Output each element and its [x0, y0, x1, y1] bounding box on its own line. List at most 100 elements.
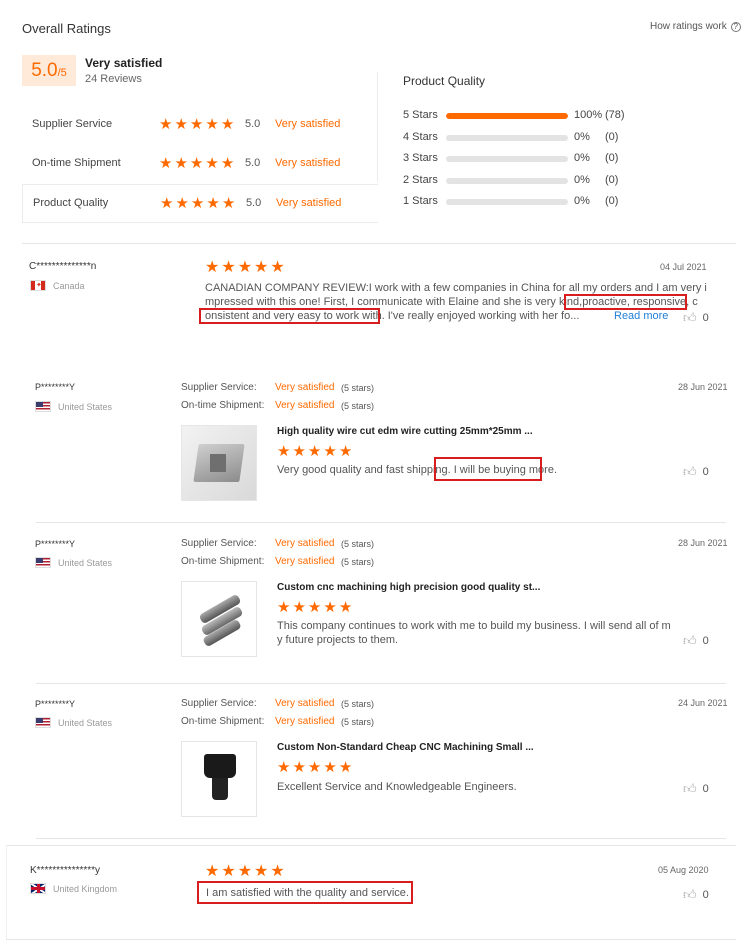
quality-row-count: (0)	[605, 130, 619, 143]
review-text-fragment: I've really enjoyed working with her fo.…	[387, 310, 580, 322]
review-text-line: Excellent Service and Knowledgeable Engi…	[277, 781, 517, 793]
product-thumbnail[interactable]	[181, 425, 257, 501]
thumbs-up-icon: 👍︎	[683, 464, 697, 479]
star-icon: ★	[221, 195, 236, 212]
star-icon: ★	[277, 443, 291, 460]
review-date: 28 Jun 2021	[678, 538, 728, 548]
thumbs-up-icon: 👍︎	[683, 633, 697, 648]
shipment-stars: (5 stars)	[341, 717, 375, 727]
product-thumbnail[interactable]	[181, 741, 257, 817]
star-icon: ★	[205, 116, 219, 133]
star-icon: ★	[277, 759, 291, 776]
quality-row-label: 1 Stars	[403, 195, 438, 207]
star-icon: ★	[307, 759, 322, 776]
star-icon: ★	[307, 443, 322, 460]
star-icon: ★	[277, 599, 291, 616]
shipment-value: Very satisfied	[275, 716, 335, 727]
read-more-link[interactable]: Read more	[614, 310, 668, 322]
star-icon: ★	[205, 863, 220, 880]
star-icon: ★	[174, 155, 188, 172]
quality-row[interactable]: 1 Stars 0% (0)	[403, 195, 643, 209]
quality-row-percent: 0%	[574, 130, 590, 143]
like-button[interactable]: 👍︎ 0	[683, 887, 709, 903]
star-icon: ★	[254, 259, 269, 276]
star-icon: ★	[175, 195, 189, 212]
quality-row-count: (0)	[605, 152, 619, 164]
review-divider	[36, 838, 726, 839]
star-icon: ★	[323, 759, 337, 776]
quality-title: Product Quality	[403, 74, 486, 88]
like-button[interactable]: 👍︎ 0	[683, 633, 709, 649]
thumbs-up-icon: 👍︎	[683, 310, 697, 325]
like-count: 0	[702, 635, 709, 647]
like-button[interactable]: 👍︎ 0	[683, 310, 709, 326]
review-divider	[36, 522, 726, 523]
quality-row-percent: 0%	[574, 152, 590, 164]
quality-bar	[446, 199, 568, 205]
star-icon: ★	[237, 863, 253, 880]
product-title-link[interactable]: Custom cnc machining high precision good…	[277, 582, 540, 593]
star-icon: ★	[206, 195, 220, 212]
product-thumbnail[interactable]	[181, 581, 257, 657]
star-icon: ★	[270, 259, 285, 276]
rating-row-verdict: Very satisfied	[276, 197, 342, 209]
quality-row-label: 5 Stars	[403, 109, 438, 121]
star-icon: ★	[190, 195, 205, 212]
quality-row[interactable]: 2 Stars 0% (0)	[403, 174, 643, 188]
rating-row-score: 5.0	[245, 118, 261, 130]
reviewer-country: Canada	[53, 281, 85, 291]
star-rating: ★ ★ ★ ★ ★	[159, 117, 234, 132]
rating-row-quality-selected[interactable]: Product Quality ★ ★ ★ ★ ★ 5.0 Very satisfied	[22, 184, 378, 223]
quality-bar	[446, 113, 568, 119]
like-count: 0	[702, 312, 709, 324]
reviewer-country: United Kingdom	[53, 884, 118, 894]
rating-row-shipment: On-time Shipment ★ ★ ★ ★ ★ 5.0 Very satisfie…	[32, 155, 372, 173]
quality-row[interactable]: 5 Stars 100% (78)	[403, 109, 643, 123]
reviewer-country: United States	[58, 402, 113, 412]
highlight-box	[197, 881, 413, 904]
star-icon: ★	[270, 863, 285, 880]
quality-row-label: 4 Stars	[403, 130, 438, 143]
shipment-stars: (5 stars)	[341, 401, 375, 411]
quality-row-count: (0)	[605, 173, 619, 186]
star-icon: ★	[323, 599, 337, 616]
rating-row-score: 5.0	[245, 157, 261, 169]
rating-row-supplier: Supplier Service ★ ★ ★ ★ ★ 5.0 Very satisfie…	[32, 117, 372, 134]
rating-row-label: On-time Shipment	[32, 157, 121, 169]
product-title-link[interactable]: Custom Non-Standard Cheap CNC Machining …	[277, 742, 534, 753]
thumbs-up-icon: 👍︎	[683, 781, 697, 796]
quality-bar	[446, 156, 568, 162]
review-date: 28 Jun 2021	[678, 382, 728, 392]
supplier-service-label: Supplier Service:	[181, 538, 257, 549]
like-count: 0	[702, 783, 709, 795]
highlight-box	[564, 294, 687, 310]
reviewer-name: P********Y	[35, 699, 76, 709]
canada-flag-icon: ✦	[30, 280, 46, 291]
quality-row[interactable]: 4 Stars 0% (0)	[403, 131, 643, 145]
review-text-line: y future projects to them.	[277, 634, 399, 646]
score-out-of: /5	[57, 67, 67, 79]
like-button[interactable]: 👍︎ 0	[683, 781, 709, 797]
star-rating: ★ ★ ★ ★ ★	[160, 196, 235, 211]
rating-row-score: 5.0	[246, 197, 262, 209]
star-icon: ★	[221, 259, 236, 276]
how-ratings-work-link[interactable]: How ratings work ?	[650, 21, 741, 32]
product-title-link[interactable]: High quality wire cut edm wire cutting 2…	[277, 426, 533, 437]
quality-row-percent: 0%	[574, 173, 590, 186]
supplier-service-value: Very satisfied	[275, 698, 335, 709]
overall-verdict: Very satisfied	[85, 56, 163, 70]
star-icon: ★	[189, 116, 204, 133]
rating-row-label: Supplier Service	[32, 118, 113, 130]
star-icon: ★	[159, 155, 173, 172]
review-star-rating: ★ ★ ★ ★ ★	[277, 760, 352, 775]
like-button[interactable]: 👍︎ 0	[683, 464, 709, 480]
star-icon: ★	[160, 195, 174, 212]
review-text-fragment: mpressed with this one! First, I communi…	[205, 296, 583, 308]
star-icon: ★	[307, 599, 322, 616]
quality-row[interactable]: 3 Stars 0% (0)	[403, 152, 643, 166]
shipment-value: Very satisfied	[275, 400, 335, 411]
quality-row-count: (0)	[605, 195, 619, 207]
shipment-label: On-time Shipment:	[181, 400, 265, 411]
reviewer-name: P********Y	[35, 382, 76, 392]
like-count: 0	[702, 889, 709, 901]
